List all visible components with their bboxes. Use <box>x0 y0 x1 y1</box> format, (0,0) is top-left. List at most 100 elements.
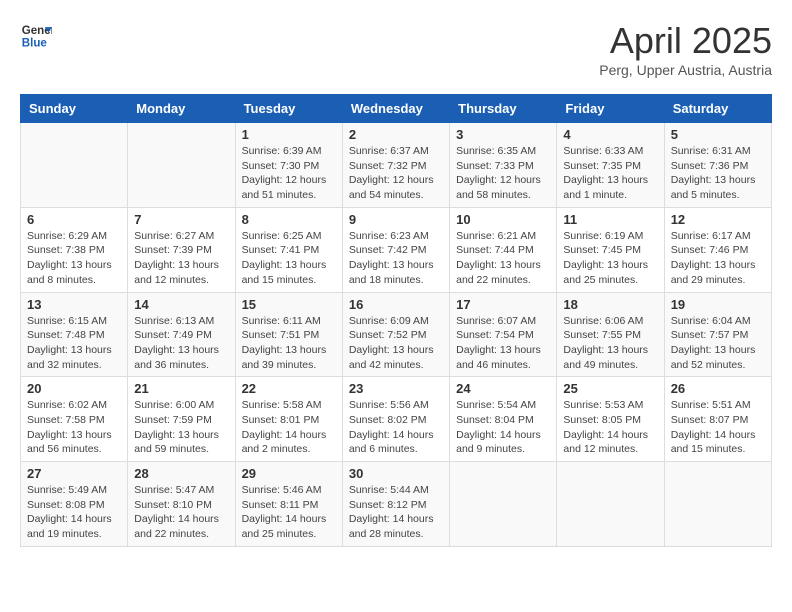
day-info: Sunrise: 6:31 AMSunset: 7:36 PMDaylight:… <box>671 144 765 203</box>
calendar-cell <box>557 462 664 547</box>
day-number: 13 <box>27 297 121 312</box>
day-number: 17 <box>456 297 550 312</box>
day-info: Sunrise: 5:54 AMSunset: 8:04 PMDaylight:… <box>456 398 550 457</box>
calendar-cell <box>21 123 128 208</box>
day-number: 27 <box>27 466 121 481</box>
weekday-header-tuesday: Tuesday <box>235 95 342 123</box>
calendar-cell: 28Sunrise: 5:47 AMSunset: 8:10 PMDayligh… <box>128 462 235 547</box>
day-number: 2 <box>349 127 443 142</box>
day-info: Sunrise: 6:06 AMSunset: 7:55 PMDaylight:… <box>563 314 657 373</box>
calendar-cell: 19 Sunrise: 6:04 AMSunset: 7:57 PMDayligh… <box>664 292 771 377</box>
day-number: 18 <box>563 297 657 312</box>
day-info: Sunrise: 6:37 AMSunset: 7:32 PMDaylight:… <box>349 144 443 203</box>
day-number: 10 <box>456 212 550 227</box>
weekday-header-sunday: Sunday <box>21 95 128 123</box>
day-number: 29 <box>242 466 336 481</box>
day-number: 11 <box>563 212 657 227</box>
day-info: Sunrise: 5:53 AMSunset: 8:05 PMDaylight:… <box>563 398 657 457</box>
day-info: Sunrise: 5:44 AMSunset: 8:12 PMDaylight:… <box>349 483 443 542</box>
svg-text:General: General <box>22 25 52 37</box>
day-number: 5 <box>671 127 765 142</box>
day-info: Sunrise: 6:27 AMSunset: 7:39 PMDaylight:… <box>134 229 228 288</box>
weekday-header-friday: Friday <box>557 95 664 123</box>
calendar-cell: 10 Sunrise: 6:21 AMSunset: 7:44 PMDayligh… <box>450 207 557 292</box>
day-number: 21 <box>134 381 228 396</box>
calendar-cell: 14Sunrise: 6:13 AMSunset: 7:49 PMDayligh… <box>128 292 235 377</box>
calendar-cell <box>128 123 235 208</box>
day-info: Sunrise: 6:23 AMSunset: 7:42 PMDaylight:… <box>349 229 443 288</box>
day-number: 14 <box>134 297 228 312</box>
day-number: 30 <box>349 466 443 481</box>
day-info: Sunrise: 5:47 AMSunset: 8:10 PMDaylight:… <box>134 483 228 542</box>
weekday-header-thursday: Thursday <box>450 95 557 123</box>
day-number: 6 <box>27 212 121 227</box>
calendar-cell: 15 Sunrise: 6:11 AMSunset: 7:51 PMDayligh… <box>235 292 342 377</box>
page-header: General Blue April 2025 Perg, Upper Aust… <box>20 20 772 78</box>
calendar-cell: 2 Sunrise: 6:37 AMSunset: 7:32 PMDaylight… <box>342 123 449 208</box>
calendar-table: SundayMondayTuesdayWednesdayThursdayFrid… <box>20 94 772 547</box>
day-info: Sunrise: 6:11 AMSunset: 7:51 PMDaylight:… <box>242 314 336 373</box>
day-number: 24 <box>456 381 550 396</box>
day-info: Sunrise: 6:35 AMSunset: 7:33 PMDaylight:… <box>456 144 550 203</box>
calendar-cell: 25 Sunrise: 5:53 AMSunset: 8:05 PMDayligh… <box>557 377 664 462</box>
calendar-cell: 12 Sunrise: 6:17 AMSunset: 7:46 PMDayligh… <box>664 207 771 292</box>
calendar-cell: 20 Sunrise: 6:02 AMSunset: 7:58 PMDayligh… <box>21 377 128 462</box>
calendar-week-3: 13 Sunrise: 6:15 AMSunset: 7:48 PMDayligh… <box>21 292 772 377</box>
calendar-cell: 23 Sunrise: 5:56 AMSunset: 8:02 PMDayligh… <box>342 377 449 462</box>
day-info: Sunrise: 5:58 AMSunset: 8:01 PMDaylight:… <box>242 398 336 457</box>
calendar-cell: 4 Sunrise: 6:33 AMSunset: 7:35 PMDaylight… <box>557 123 664 208</box>
calendar-cell: 24 Sunrise: 5:54 AMSunset: 8:04 PMDayligh… <box>450 377 557 462</box>
calendar-cell <box>450 462 557 547</box>
calendar-week-4: 20 Sunrise: 6:02 AMSunset: 7:58 PMDayligh… <box>21 377 772 462</box>
day-number: 16 <box>349 297 443 312</box>
day-number: 22 <box>242 381 336 396</box>
calendar-cell: 26Sunrise: 5:51 AMSunset: 8:07 PMDayligh… <box>664 377 771 462</box>
day-number: 25 <box>563 381 657 396</box>
day-info: Sunrise: 6:21 AMSunset: 7:44 PMDaylight:… <box>456 229 550 288</box>
calendar-cell: 7 Sunrise: 6:27 AMSunset: 7:39 PMDaylight… <box>128 207 235 292</box>
day-number: 12 <box>671 212 765 227</box>
calendar-cell: 1Sunrise: 6:39 AMSunset: 7:30 PMDaylight… <box>235 123 342 208</box>
day-number: 3 <box>456 127 550 142</box>
day-number: 15 <box>242 297 336 312</box>
day-info: Sunrise: 6:09 AMSunset: 7:52 PMDaylight:… <box>349 314 443 373</box>
calendar-cell: 13 Sunrise: 6:15 AMSunset: 7:48 PMDayligh… <box>21 292 128 377</box>
day-info: Sunrise: 6:19 AMSunset: 7:45 PMDaylight:… <box>563 229 657 288</box>
day-info: Sunrise: 6:07 AMSunset: 7:54 PMDaylight:… <box>456 314 550 373</box>
day-info: Sunrise: 6:04 AMSunset: 7:57 PMDaylight:… <box>671 314 765 373</box>
logo: General Blue <box>20 20 52 52</box>
calendar-cell: 22 Sunrise: 5:58 AMSunset: 8:01 PMDayligh… <box>235 377 342 462</box>
day-info: Sunrise: 6:00 AMSunset: 7:59 PMDaylight:… <box>134 398 228 457</box>
day-info: Sunrise: 6:29 AMSunset: 7:38 PMDaylight:… <box>27 229 121 288</box>
weekday-header-monday: Monday <box>128 95 235 123</box>
title-section: April 2025 Perg, Upper Austria, Austria <box>599 20 772 78</box>
calendar-cell: 27 Sunrise: 5:49 AMSunset: 8:08 PMDayligh… <box>21 462 128 547</box>
day-info: Sunrise: 5:51 AMSunset: 8:07 PMDaylight:… <box>671 398 765 457</box>
weekday-header-row: SundayMondayTuesdayWednesdayThursdayFrid… <box>21 95 772 123</box>
calendar-cell: 5 Sunrise: 6:31 AMSunset: 7:36 PMDaylight… <box>664 123 771 208</box>
day-info: Sunrise: 5:49 AMSunset: 8:08 PMDaylight:… <box>27 483 121 542</box>
calendar-cell: 8Sunrise: 6:25 AMSunset: 7:41 PMDaylight… <box>235 207 342 292</box>
weekday-header-saturday: Saturday <box>664 95 771 123</box>
day-info: Sunrise: 5:56 AMSunset: 8:02 PMDaylight:… <box>349 398 443 457</box>
calendar-cell: 3 Sunrise: 6:35 AMSunset: 7:33 PMDaylight… <box>450 123 557 208</box>
calendar-cell: 17 Sunrise: 6:07 AMSunset: 7:54 PMDayligh… <box>450 292 557 377</box>
calendar-cell: 18 Sunrise: 6:06 AMSunset: 7:55 PMDayligh… <box>557 292 664 377</box>
calendar-week-2: 6 Sunrise: 6:29 AMSunset: 7:38 PMDaylight… <box>21 207 772 292</box>
day-number: 23 <box>349 381 443 396</box>
calendar-cell: 6 Sunrise: 6:29 AMSunset: 7:38 PMDaylight… <box>21 207 128 292</box>
day-number: 4 <box>563 127 657 142</box>
calendar-cell: 30 Sunrise: 5:44 AMSunset: 8:12 PMDayligh… <box>342 462 449 547</box>
day-info: Sunrise: 6:15 AMSunset: 7:48 PMDaylight:… <box>27 314 121 373</box>
location-subtitle: Perg, Upper Austria, Austria <box>599 62 772 78</box>
day-info: Sunrise: 6:02 AMSunset: 7:58 PMDaylight:… <box>27 398 121 457</box>
day-number: 19 <box>671 297 765 312</box>
logo-icon: General Blue <box>20 20 52 52</box>
day-number: 7 <box>134 212 228 227</box>
day-info: Sunrise: 6:17 AMSunset: 7:46 PMDaylight:… <box>671 229 765 288</box>
day-number: 9 <box>349 212 443 227</box>
calendar-week-5: 27 Sunrise: 5:49 AMSunset: 8:08 PMDayligh… <box>21 462 772 547</box>
calendar-cell: 16 Sunrise: 6:09 AMSunset: 7:52 PMDayligh… <box>342 292 449 377</box>
day-number: 20 <box>27 381 121 396</box>
day-info: Sunrise: 6:33 AMSunset: 7:35 PMDaylight:… <box>563 144 657 203</box>
